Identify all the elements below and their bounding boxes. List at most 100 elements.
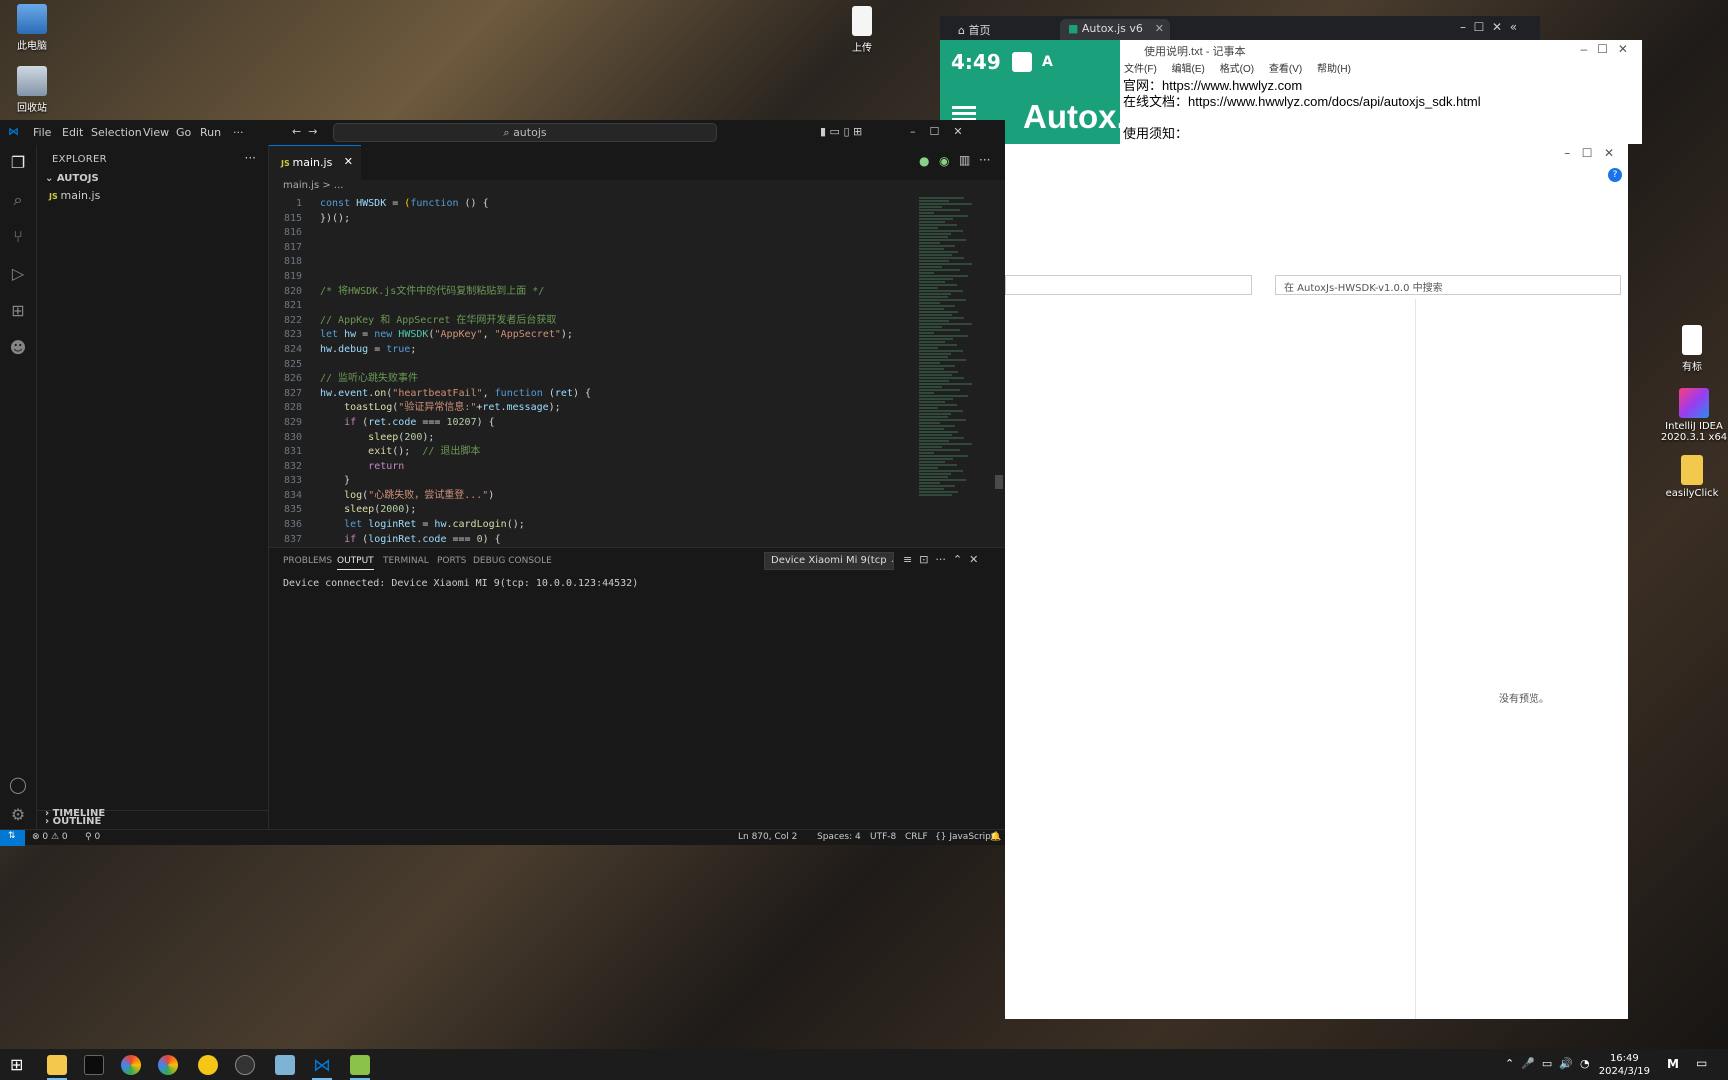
windows-start-icon[interactable]: ⊞ xyxy=(10,1055,30,1075)
code-line[interactable]: 1 const HWSDK = (function () { xyxy=(269,197,909,212)
code-line[interactable]: 829 if (ret.code === 10207) { xyxy=(269,416,909,431)
desktop-icon-this-pc[interactable]: 此电脑 xyxy=(0,4,64,52)
window-controls[interactable]: – ☐ ✕ xyxy=(1564,146,1614,160)
run-icon[interactable]: ● xyxy=(919,154,929,168)
code-line[interactable]: 826 // 监听心跳失败事件 xyxy=(269,372,909,387)
code-line[interactable]: 820 /* 将HWSDK.js文件中的代码复制粘贴到上面 */ xyxy=(269,285,909,300)
code-line[interactable]: 833 } xyxy=(269,474,909,489)
remote-indicator[interactable]: ⇅ xyxy=(0,830,25,846)
code-line[interactable]: 816 xyxy=(269,226,909,241)
back-forward-icons[interactable]: ← → xyxy=(292,125,317,138)
clock[interactable]: 16:49 2024/3/19 xyxy=(1599,1052,1650,1078)
code-line[interactable]: 836 let loginRet = hw.cardLogin(); xyxy=(269,518,909,533)
system-tray-icons[interactable]: ⌃ 🎤 ▭ 🔊 ◔ xyxy=(1505,1057,1590,1070)
tab-problems[interactable]: PROBLEMS xyxy=(283,556,332,566)
desktop-icon-intellij[interactable]: IntelliJ IDEA 2020.3.1 x64 xyxy=(1660,388,1728,443)
hamburger-menu-icon[interactable] xyxy=(952,106,976,109)
tab-terminal[interactable]: TERMINAL xyxy=(383,556,429,566)
code-line[interactable]: 825 xyxy=(269,358,909,373)
code-line[interactable]: 828 toastLog("验证异常信息:"+ret.message); xyxy=(269,401,909,416)
menu-help[interactable]: 帮助(H) xyxy=(1317,64,1351,75)
status-cursor-position[interactable]: Ln 870, Col 2 xyxy=(738,832,797,842)
search-icon[interactable]: ⌕ xyxy=(8,190,28,210)
code-line[interactable]: 827 hw.event.on("heartbeatFail", function… xyxy=(269,387,909,402)
status-language[interactable]: {} JavaScript xyxy=(935,832,994,842)
command-center[interactable]: ⌕ autojs xyxy=(333,123,717,142)
code-line[interactable]: 830 sleep(200); xyxy=(269,431,909,446)
timeline-section[interactable]: › TIMELINE xyxy=(45,808,105,819)
tab-ports[interactable]: PORTS xyxy=(437,556,466,566)
code-line[interactable]: 823 let hw = new HWSDK("AppKey", "AppSecr… xyxy=(269,328,909,343)
extensions-icon[interactable]: ⊞ xyxy=(8,301,28,321)
minimap[interactable] xyxy=(919,197,994,567)
browser-tab-home[interactable]: ⌂ 首页 xyxy=(950,19,998,40)
code-line[interactable]: 822 // AppKey 和 AppSecret 在华网开发者后台获取 xyxy=(269,314,909,329)
status-indentation[interactable]: Spaces: 4 xyxy=(817,832,861,842)
split-editor-icon[interactable]: ▥ xyxy=(959,153,970,167)
menu-run[interactable]: Run xyxy=(200,126,221,139)
address-bar[interactable] xyxy=(1005,275,1252,295)
code-line[interactable]: 819 xyxy=(269,270,909,285)
status-errors[interactable]: ⊗ 0 ⚠ 0 xyxy=(32,832,68,842)
code-line[interactable]: 832 return xyxy=(269,460,909,475)
file-explorer-icon[interactable] xyxy=(47,1055,67,1075)
code-line[interactable]: 837 if (loginRet.code === 0) { xyxy=(269,533,909,548)
notepad-icon[interactable] xyxy=(350,1055,370,1075)
panel-action-icons[interactable]: ≡ ⊡ ··· ⌃ ✕ xyxy=(903,553,978,566)
status-eol[interactable]: CRLF xyxy=(905,832,928,842)
desktop-icon-recycle-bin[interactable]: 回收站 xyxy=(0,66,64,114)
search-input[interactable]: 在 AutoxJs-HWSDK-v1.0.0 中搜索 xyxy=(1275,275,1621,295)
notepad-content[interactable]: 官网：https://www.hwwlyz.com 在线文档：https://w… xyxy=(1120,76,1642,144)
folder-autojs[interactable]: ⌄ AUTOJS xyxy=(45,173,99,184)
desktop-icon-bookmark[interactable]: 有标 xyxy=(1660,325,1724,373)
vscode-icon[interactable]: ⋈ xyxy=(312,1055,332,1076)
menu-format[interactable]: 格式(O) xyxy=(1220,64,1254,75)
menu-go[interactable]: Go xyxy=(176,126,191,139)
tab-debug-console[interactable]: DEBUG CONSOLE xyxy=(473,556,552,566)
menu-edit[interactable]: 编辑(E) xyxy=(1172,64,1205,75)
menu-more[interactable]: ··· xyxy=(233,126,244,139)
ime-indicator[interactable]: M xyxy=(1667,1057,1679,1071)
app-d-icon[interactable] xyxy=(198,1055,218,1075)
source-control-icon[interactable]: ⑂ xyxy=(8,227,28,247)
status-ports[interactable]: ⚲ 0 xyxy=(85,832,100,842)
explorer-files-icon[interactable]: ❐ xyxy=(8,153,28,173)
desktop-icon-upload[interactable]: 上传 xyxy=(830,6,894,54)
status-encoding[interactable]: UTF-8 xyxy=(870,832,896,842)
help-icon[interactable]: ? xyxy=(1608,168,1622,182)
layout-toggle-icons[interactable]: ▮ ▭ ▯ ⊞ xyxy=(820,125,862,138)
menu-file[interactable]: 文件(F) xyxy=(1124,64,1157,75)
chrome-canary-icon[interactable] xyxy=(121,1055,141,1075)
code-line[interactable]: 834 log("心跳失败，尝试重登...") xyxy=(269,489,909,504)
window-controls[interactable]: – ☐ ✕ xyxy=(1581,42,1629,56)
desktop-icon-easilyclick[interactable]: easilyClick xyxy=(1660,455,1724,499)
code-editor[interactable]: 1 const HWSDK = (function () {815})(); 816… xyxy=(269,197,909,567)
browser-tab-autox[interactable]: ■ Autox.js v6 ✕ xyxy=(1060,19,1170,40)
file-main-js[interactable]: JS main.js xyxy=(49,189,100,202)
menu-view[interactable]: 查看(V) xyxy=(1269,64,1302,75)
terminal-icon[interactable] xyxy=(84,1055,104,1075)
output-channel-select[interactable]: Device Xiaomi Mi 9(tcp ⌄ xyxy=(764,552,894,570)
notification-center-icon[interactable]: ▭ xyxy=(1696,1056,1707,1070)
tab-output[interactable]: OUTPUT xyxy=(337,556,374,570)
gear-icon[interactable]: ⚙ xyxy=(8,805,28,825)
code-line[interactable]: 824 hw.debug = true; xyxy=(269,343,909,358)
autojs-extension-icon[interactable]: ☻ xyxy=(8,338,28,358)
notifications-icon[interactable]: 🔔 xyxy=(990,832,1001,842)
menu-edit[interactable]: Edit xyxy=(62,126,83,139)
scrollbar-thumb[interactable] xyxy=(995,475,1003,489)
close-icon[interactable]: ✕ xyxy=(344,155,353,168)
window-controls[interactable]: – ☐ ✕ xyxy=(910,125,963,138)
code-line[interactable]: 818 xyxy=(269,255,909,270)
breadcrumb[interactable]: main.js > ... xyxy=(283,180,343,191)
obs-icon[interactable] xyxy=(235,1055,255,1075)
chrome-icon[interactable] xyxy=(158,1055,178,1075)
tab-main-js[interactable]: JS main.js ✕ xyxy=(269,145,361,180)
account-icon[interactable]: ◯ xyxy=(8,775,28,795)
code-line[interactable]: 835 sleep(2000); xyxy=(269,503,909,518)
run-debug-icon[interactable]: ▷ xyxy=(8,264,28,284)
code-line[interactable]: 815})(); xyxy=(269,212,909,227)
menu-file[interactable]: File xyxy=(33,126,51,139)
debug-icon[interactable]: ◉ xyxy=(939,154,949,168)
code-line[interactable]: 821 xyxy=(269,299,909,314)
